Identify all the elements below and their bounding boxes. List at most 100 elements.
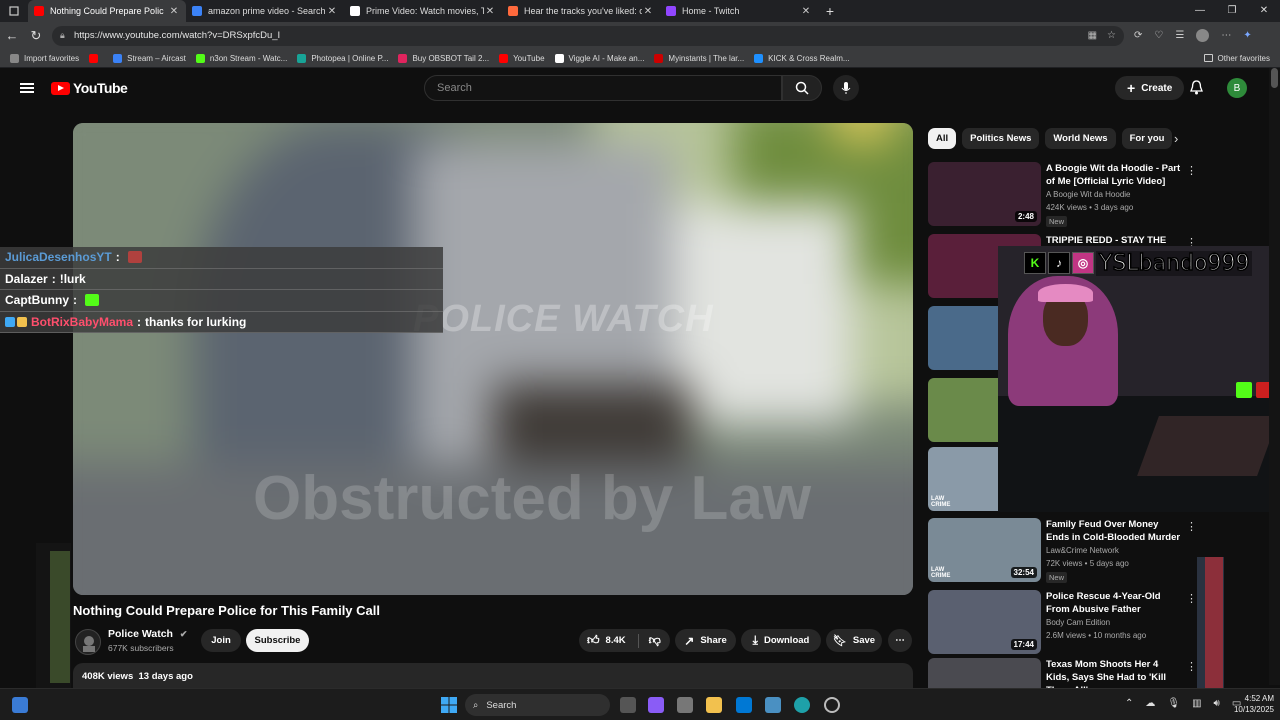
page-scrollbar[interactable] xyxy=(1269,68,1280,685)
more-options-icon[interactable]: ⋮ xyxy=(1186,592,1197,605)
favorite-item[interactable] xyxy=(89,53,103,63)
video-thumbnail[interactable]: LAW CRIME 32:54 xyxy=(928,518,1041,582)
weather-widget-icon[interactable] xyxy=(12,697,28,713)
browser-tab[interactable]: Nothing Could Prepare Polic ✕ xyxy=(28,0,186,22)
tab-close-icon[interactable]: ✕ xyxy=(484,6,496,17)
taskbar-search[interactable]: ⌕ Search xyxy=(465,694,610,716)
scrollbar-thumb[interactable] xyxy=(1271,68,1278,88)
download-button[interactable]: ⤓ Download xyxy=(741,629,821,652)
cloud-icon[interactable]: ☁ xyxy=(1145,698,1155,709)
volume-icon[interactable]: 🔊︎ xyxy=(1214,698,1220,709)
recommended-video[interactable]: LAW CRIME 32:54 Family Feud Over Money Ends… xyxy=(928,518,1197,583)
edge-icon[interactable] xyxy=(794,697,810,713)
favorite-item[interactable]: Buy OBSBOT Tail 2... xyxy=(398,53,489,63)
performance-icon[interactable]: ♡ xyxy=(1154,30,1163,41)
filter-chip[interactable]: All xyxy=(928,128,957,149)
favorite-item[interactable]: n3on Stream - Watc... xyxy=(195,53,287,63)
chevron-right-icon[interactable]: › xyxy=(1174,131,1178,146)
address-bar[interactable]: 🔒︎ https://www.youtube.com/watch?v=DRSxp… xyxy=(52,25,1124,46)
video-thumbnail[interactable]: 2:48 xyxy=(928,162,1041,226)
browser-tab[interactable]: Prime Video: Watch movies, TV sh ✕ xyxy=(344,0,502,22)
copilot-taskbar-icon[interactable] xyxy=(648,697,664,713)
favorite-item[interactable]: Myinstants | The lar... xyxy=(654,53,744,63)
store-icon[interactable] xyxy=(677,697,693,713)
video-player[interactable]: POLICE WATCH Obstructed by Law xyxy=(73,123,913,595)
account-avatar[interactable]: B xyxy=(1227,78,1247,98)
filter-chip[interactable]: Politics News xyxy=(962,128,1040,149)
more-options-icon[interactable]: ⋮ xyxy=(1186,660,1197,673)
new-tab-button[interactable]: + xyxy=(818,0,842,22)
recommended-title[interactable]: Police Rescue 4-Year-Old From Abusive Fa… xyxy=(1046,590,1181,616)
like-button[interactable]: 👍︎ 8.4K xyxy=(587,633,626,648)
tab-close-icon[interactable]: ✕ xyxy=(326,6,338,17)
tab-close-icon[interactable]: ✕ xyxy=(168,6,180,17)
recommended-meta: 424K views • 3 days ago xyxy=(1046,203,1134,212)
share-button[interactable]: ↗ Share xyxy=(675,629,736,652)
favorite-item[interactable]: Viggle AI - Make an... xyxy=(554,53,644,63)
app-icon[interactable] xyxy=(824,697,840,713)
tab-favicon-icon xyxy=(350,6,360,16)
chevron-up-icon[interactable]: ⌃ xyxy=(1125,698,1133,709)
back-icon[interactable]: ← xyxy=(0,28,24,43)
recommended-video[interactable]: 2:48 A Boogie Wit da Hoodie - Part of Me … xyxy=(928,162,1197,227)
clock[interactable]: 4:52 AM 10/13/2025 xyxy=(1234,693,1274,715)
refresh-icon[interactable]: ↻ xyxy=(24,28,48,44)
reader-icon[interactable]: ▦ xyxy=(1088,30,1097,41)
recommended-video[interactable]: 17:44 Police Rescue 4-Year-Old From Abusi… xyxy=(928,590,1197,654)
youtube-logo[interactable]: YouTube xyxy=(51,80,128,96)
task-view-icon[interactable] xyxy=(620,697,636,713)
recommended-title[interactable]: Family Feud Over Money Ends in Cold-Bloo… xyxy=(1046,518,1181,544)
favorites-bar: Import favorites Stream – Aircast n3on S… xyxy=(0,49,1280,68)
more-options-icon[interactable]: ⋮ xyxy=(1186,164,1197,177)
chat-badge-icon xyxy=(17,316,27,327)
search-input[interactable]: Search xyxy=(424,75,782,101)
more-icon[interactable]: ⋯ xyxy=(1221,30,1231,41)
favorite-item[interactable]: Photopea | Online P... xyxy=(297,53,388,63)
menu-icon[interactable] xyxy=(20,83,34,93)
more-actions-button[interactable]: ⋯ xyxy=(888,629,912,652)
search-button[interactable] xyxy=(782,75,822,101)
outlook-icon[interactable] xyxy=(736,697,752,713)
tab-close-icon[interactable]: ✕ xyxy=(642,6,654,17)
close-window-icon[interactable]: ✕ xyxy=(1248,0,1280,22)
start-button[interactable] xyxy=(441,697,457,713)
favorite-item[interactable]: Import favorites xyxy=(10,53,79,63)
photos-icon[interactable] xyxy=(765,697,781,713)
collections-icon[interactable]: ☰ xyxy=(1175,30,1184,41)
browser-tab[interactable]: amazon prime video - Search ✕ xyxy=(186,0,344,22)
subscribe-button[interactable]: Subscribe xyxy=(246,629,309,652)
restore-icon[interactable]: ❐ xyxy=(1216,0,1248,22)
file-explorer-icon[interactable] xyxy=(706,697,722,713)
notifications-button[interactable] xyxy=(1190,80,1203,100)
workspaces-icon[interactable] xyxy=(0,0,28,22)
favorite-item[interactable]: YouTube xyxy=(499,53,545,63)
voice-search-button[interactable] xyxy=(833,75,859,101)
mic-tray-icon[interactable]: 🎙︎ xyxy=(1167,698,1180,709)
more-options-icon[interactable]: ⋮ xyxy=(1186,520,1197,533)
channel-avatar[interactable] xyxy=(75,629,101,655)
dislike-button[interactable]: 👎︎ xyxy=(649,633,661,648)
favorite-star-icon[interactable]: ☆ xyxy=(1107,30,1116,41)
network-icon[interactable]: ▥ xyxy=(1192,698,1201,709)
create-button[interactable]: + Create xyxy=(1115,76,1185,100)
filter-chip[interactable]: World News xyxy=(1045,128,1116,149)
profile-icon[interactable] xyxy=(1196,29,1210,42)
other-favorites[interactable]: Other favorites xyxy=(1203,54,1270,63)
minimize-icon[interactable]: — xyxy=(1184,0,1216,22)
video-thumbnail[interactable]: 17:44 xyxy=(928,590,1041,654)
join-button[interactable]: Join xyxy=(201,629,241,652)
copilot-icon[interactable]: ✦ xyxy=(1243,30,1251,41)
recommended-channel[interactable]: Body Cam Edition xyxy=(1046,618,1110,627)
save-button[interactable]: 🔖︎ Save xyxy=(826,629,882,652)
recommended-channel[interactable]: A Boogie Wit da Hoodie xyxy=(1046,190,1131,199)
filter-chip[interactable]: For you xyxy=(1121,128,1173,149)
browser-tab[interactable]: Hear the tracks you've liked: on S ✕ xyxy=(502,0,660,22)
channel-name[interactable]: Police Watch ✔ xyxy=(108,628,187,640)
favorite-item[interactable]: Stream – Aircast xyxy=(113,53,186,63)
extension-icon[interactable]: ⟳ xyxy=(1134,30,1142,41)
favorite-item[interactable]: KICK & Cross Realm... xyxy=(754,53,850,63)
tab-close-icon[interactable]: ✕ xyxy=(800,6,812,17)
recommended-title[interactable]: A Boogie Wit da Hoodie - Part of Me [Off… xyxy=(1046,162,1181,188)
recommended-channel[interactable]: Law&Crime Network xyxy=(1046,546,1119,555)
browser-tab[interactable]: Home - Twitch ✕ xyxy=(660,0,818,22)
